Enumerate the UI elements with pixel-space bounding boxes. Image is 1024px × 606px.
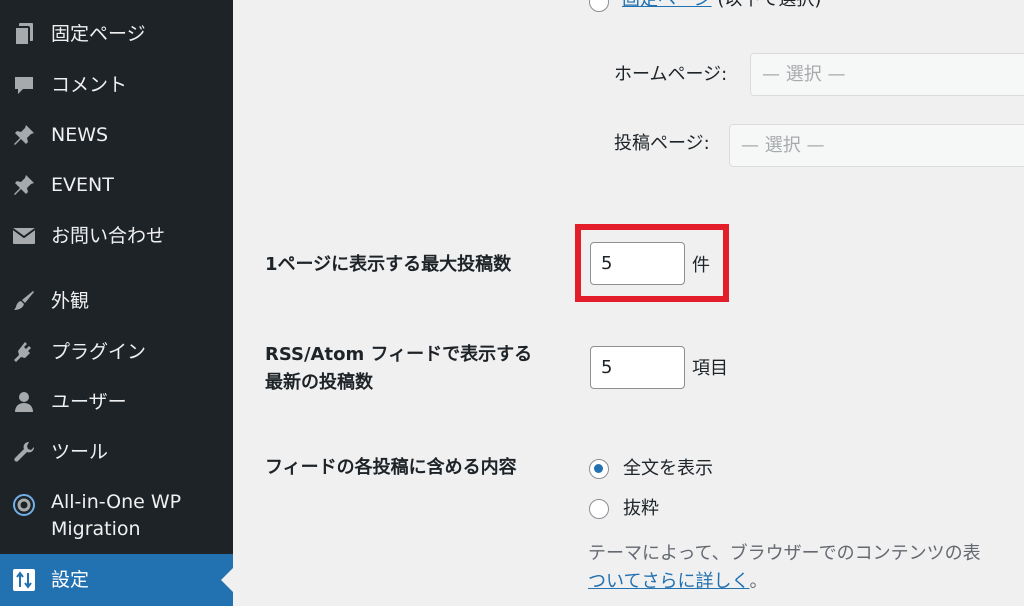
feed-note: テーマによって、ブラウザーでのコンテンツの表	[588, 543, 981, 564]
rss-count-unit: 項目	[692, 358, 728, 379]
static-page-link[interactable]: 固定ページ	[622, 0, 712, 10]
comment-icon	[10, 71, 38, 99]
paintbrush-icon	[10, 287, 38, 315]
migration-icon	[10, 491, 38, 519]
sidebar-item-settings[interactable]: 設定	[0, 554, 233, 606]
static-page-radio[interactable]	[589, 0, 609, 12]
posts-page-select[interactable]: — 選択 —	[729, 124, 1024, 167]
settings-icon	[10, 566, 38, 594]
static-page-option: 固定ページ (以下で選択)	[622, 0, 821, 12]
user-icon	[10, 388, 38, 416]
feed-note-end: 。	[749, 571, 768, 592]
feed-excerpt-radio[interactable]	[589, 499, 609, 519]
posts-page-label: 投稿ページ:	[614, 133, 710, 154]
mail-icon	[10, 222, 38, 250]
sidebar-item-label: プラグイン	[51, 340, 147, 363]
admin-sidebar: 固定ページ コメント NEWS EVENT お問い合わせ 外観 プラグイン ユー…	[0, 0, 233, 606]
feed-excerpt-label[interactable]: 抜粋	[623, 495, 659, 523]
sidebar-item-news[interactable]: NEWS	[0, 121, 233, 149]
sidebar-item-migration[interactable]: All-in-One WP Migration	[0, 489, 233, 545]
sidebar-item-label: お問い合わせ	[51, 224, 166, 247]
sidebar-item-event[interactable]: EVENT	[0, 171, 233, 199]
sidebar-item-label: 設定	[51, 568, 90, 591]
posts-per-page-label: 1ページに表示する最大投稿数	[265, 254, 512, 275]
homepage-label: ホームページ:	[614, 64, 728, 85]
rss-label-line2: 最新の投稿数	[265, 372, 373, 393]
pages-icon	[10, 20, 38, 48]
sidebar-item-label: ツール	[51, 440, 109, 463]
rss-count-input[interactable]	[590, 346, 685, 389]
active-menu-arrow	[221, 568, 233, 592]
settings-panel: 固定ページ (以下で選択) ホームページ: — 選択 — 投稿ページ: — 選択…	[233, 0, 1024, 606]
sidebar-item-pages[interactable]: 固定ページ	[0, 20, 233, 48]
pin-icon	[10, 171, 38, 199]
sidebar-item-label: NEWS	[51, 123, 109, 146]
plugin-icon	[10, 338, 38, 366]
feed-note-line2: ついてさらに詳しく。	[588, 568, 767, 596]
sidebar-item-plugins[interactable]: プラグイン	[0, 338, 233, 366]
sidebar-item-appearance[interactable]: 外観	[0, 287, 233, 315]
feed-full-label[interactable]: 全文を表示	[623, 455, 713, 483]
learn-more-link[interactable]: ついてさらに詳しく	[588, 571, 749, 592]
sidebar-item-label-line2: Migration	[51, 518, 141, 540]
sidebar-item-comments[interactable]: コメント	[0, 71, 233, 99]
homepage-select[interactable]: — 選択 —	[750, 53, 1024, 96]
static-page-suffix: (以下で選択)	[712, 0, 821, 10]
rss-label-line1: RSS/Atom フィードで表示する	[265, 344, 533, 365]
sidebar-item-label: EVENT	[51, 173, 114, 196]
pin-icon	[10, 121, 38, 149]
sidebar-item-users[interactable]: ユーザー	[0, 388, 233, 416]
sidebar-item-label-line1: All-in-One WP	[51, 491, 182, 513]
sidebar-item-label: ユーザー	[51, 390, 127, 413]
wrench-icon	[10, 438, 38, 466]
sidebar-item-label: 固定ページ	[51, 22, 146, 45]
feed-full-radio[interactable]	[589, 459, 609, 479]
sidebar-item-label: コメント	[51, 73, 128, 96]
sidebar-item-label: 外観	[51, 289, 90, 312]
sidebar-item-tools[interactable]: ツール	[0, 438, 233, 466]
feed-content-label: フィードの各投稿に含める内容	[265, 457, 517, 478]
sidebar-item-contact[interactable]: お問い合わせ	[0, 222, 233, 250]
highlight-box	[575, 224, 729, 302]
